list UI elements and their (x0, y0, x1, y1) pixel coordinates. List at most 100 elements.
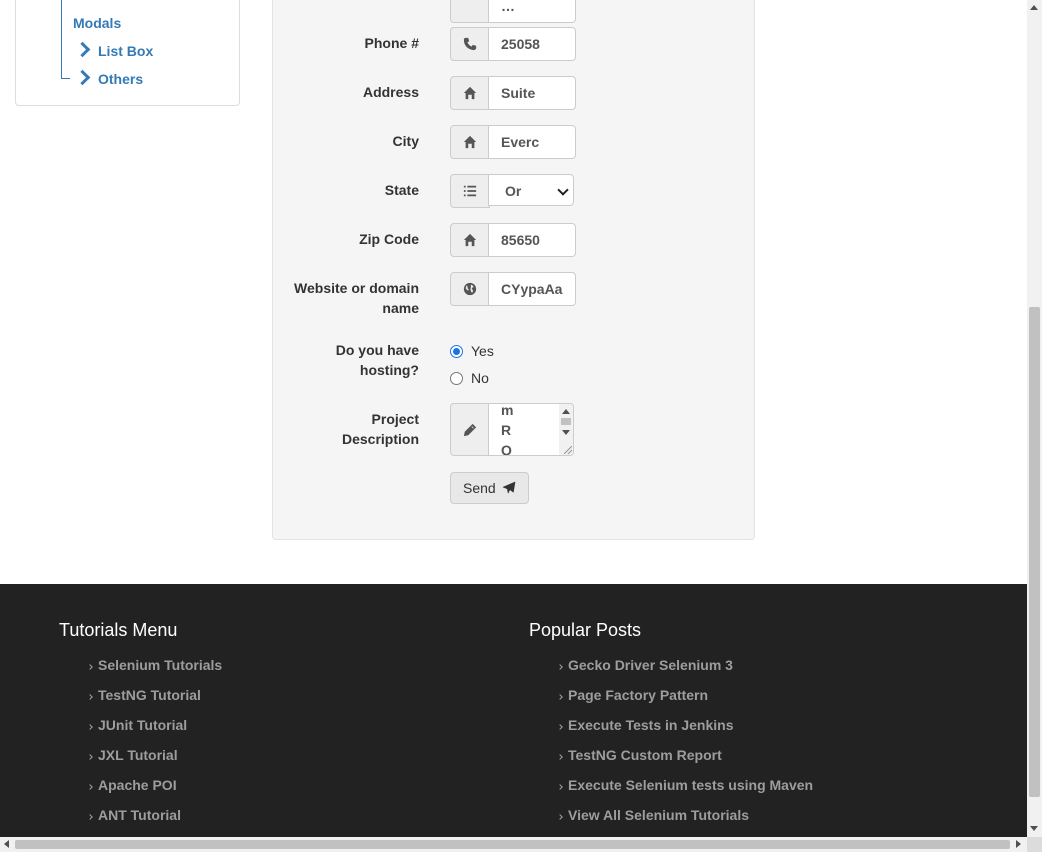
scroll-thumb[interactable] (15, 840, 1010, 849)
globe-icon (450, 272, 490, 306)
contact-form: … Phone # 25058 Address Suite City Everc (272, 0, 755, 540)
phone-icon (450, 27, 490, 61)
footer-link[interactable]: Gecko Driver Selenium 3 (557, 650, 813, 680)
zip-input-group: 85650 (450, 223, 577, 257)
tutorials-menu-title: Tutorials Menu (59, 620, 178, 640)
footer-link[interactable]: Selenium Tutorials (87, 650, 222, 680)
chevron-right-icon (74, 41, 91, 58)
address-input-group: Suite (450, 76, 577, 110)
chevron-right-icon (87, 754, 93, 760)
address-input[interactable]: Suite (488, 76, 576, 110)
chevron-right-icon (74, 69, 91, 86)
sidebar-item-others[interactable]: Others (74, 69, 144, 87)
chevron-right-icon (87, 784, 93, 790)
scroll-left-icon[interactable] (4, 840, 9, 848)
home-icon (450, 223, 490, 257)
sidebar-item-modals[interactable]: Modals (73, 15, 121, 31)
chevron-right-icon (87, 694, 93, 700)
footer-link[interactable]: TestNG Tutorial (87, 680, 222, 710)
tree-line (61, 36, 62, 78)
website-label-line: Website or domain (294, 280, 419, 296)
hosting-yes-option[interactable]: Yes (450, 343, 494, 359)
footer-link[interactable]: Apache POI (87, 770, 222, 800)
hosting-no-radio[interactable] (450, 371, 463, 385)
footer-link[interactable]: JUnit Tutorial (87, 710, 222, 740)
state-input-group: Or (450, 174, 577, 208)
posts-list: Gecko Driver Selenium 3 Page Factory Pat… (557, 650, 813, 830)
send-button[interactable]: Send (450, 472, 529, 504)
phone-label: Phone # (364, 35, 419, 51)
chevron-right-icon (557, 814, 563, 820)
home-icon (450, 125, 490, 159)
zip-label: Zip Code (359, 231, 419, 247)
chevron-right-icon (557, 784, 563, 790)
hosting-no-option[interactable]: No (450, 370, 489, 386)
footer-link[interactable]: Execute Tests in Jenkins (557, 710, 813, 740)
footer-link[interactable]: Execute Selenium tests using Maven (557, 770, 813, 800)
tree-line (61, 78, 70, 79)
description-line: R (501, 422, 512, 438)
description-line: Q (501, 442, 512, 456)
send-icon (502, 481, 516, 495)
tutorials-list: Selenium Tutorials TestNG Tutorial JUnit… (87, 650, 222, 830)
scroll-down-icon[interactable] (562, 430, 570, 435)
hosting-yes-radio[interactable] (450, 344, 463, 358)
chevron-right-icon (557, 694, 563, 700)
address-label: Address (362, 84, 419, 100)
phone-input-group: 25058 (450, 27, 577, 61)
scroll-right-icon[interactable] (1016, 840, 1021, 848)
partial-field[interactable]: … (488, 0, 576, 23)
footer-link[interactable]: ANT Tutorial (87, 800, 222, 830)
sidebar-item-list-box[interactable]: List Box (74, 41, 153, 59)
website-label-line: name (382, 300, 419, 316)
description-label-line: Description (341, 431, 419, 447)
state-selected-value: Or (505, 183, 522, 199)
description-label: Project Description (269, 409, 419, 449)
zip-input[interactable]: 85650 (488, 223, 576, 257)
chevron-right-icon (87, 664, 93, 670)
pencil-icon (450, 403, 490, 456)
footer: Tutorials Menu Selenium Tutorials TestNG… (0, 584, 1027, 837)
description-input-group: m R Q (450, 403, 577, 456)
home-icon (450, 76, 490, 110)
chevron-right-icon (557, 724, 563, 730)
scroll-thumb[interactable] (1029, 307, 1040, 797)
description-text: m R Q (501, 403, 514, 456)
website-input[interactable]: CYypaAa (488, 272, 576, 306)
vertical-scrollbar[interactable] (1027, 0, 1042, 837)
description-label-line: Project (371, 411, 419, 427)
city-input[interactable]: Everc (488, 125, 576, 159)
scroll-down-icon[interactable] (1030, 826, 1038, 831)
footer-link[interactable]: TestNG Custom Report (557, 740, 813, 770)
input-group-partial: … (450, 0, 577, 23)
description-line: m (501, 403, 514, 418)
chevron-right-icon (557, 664, 563, 670)
hosting-no-label: No (471, 370, 489, 386)
sidebar-item-label: Others (98, 71, 144, 87)
website-label: Website or domain name (269, 278, 419, 318)
scroll-up-icon[interactable] (562, 409, 570, 414)
footer-link[interactable]: View All Selenium Tutorials (557, 800, 813, 830)
state-label: State (384, 182, 419, 198)
footer-link[interactable]: Page Factory Pattern (557, 680, 813, 710)
scrollbar-corner (1027, 837, 1042, 852)
scroll-up-icon[interactable] (1030, 5, 1038, 10)
scroll-thumb[interactable] (561, 418, 571, 425)
state-select[interactable]: Or (488, 174, 574, 206)
field-addon (450, 0, 490, 23)
city-label: City (392, 133, 419, 149)
chevron-right-icon (87, 724, 93, 730)
hosting-label-line: Do you have (335, 342, 419, 358)
hosting-label: Do you have hosting? (269, 340, 419, 380)
chevron-right-icon (87, 814, 93, 820)
city-input-group: Everc (450, 125, 577, 159)
sidebar-panel: Modals List Box Others (15, 0, 240, 106)
phone-input[interactable]: 25058 (488, 27, 576, 61)
resize-grip-icon[interactable] (564, 446, 572, 454)
hosting-yes-label: Yes (471, 343, 494, 359)
description-textarea[interactable]: m R Q (488, 403, 574, 456)
chevron-down-icon (557, 184, 569, 196)
footer-link[interactable]: JXL Tutorial (87, 740, 222, 770)
website-input-group: CYypaAa (450, 272, 577, 306)
horizontal-scrollbar[interactable] (0, 837, 1027, 852)
